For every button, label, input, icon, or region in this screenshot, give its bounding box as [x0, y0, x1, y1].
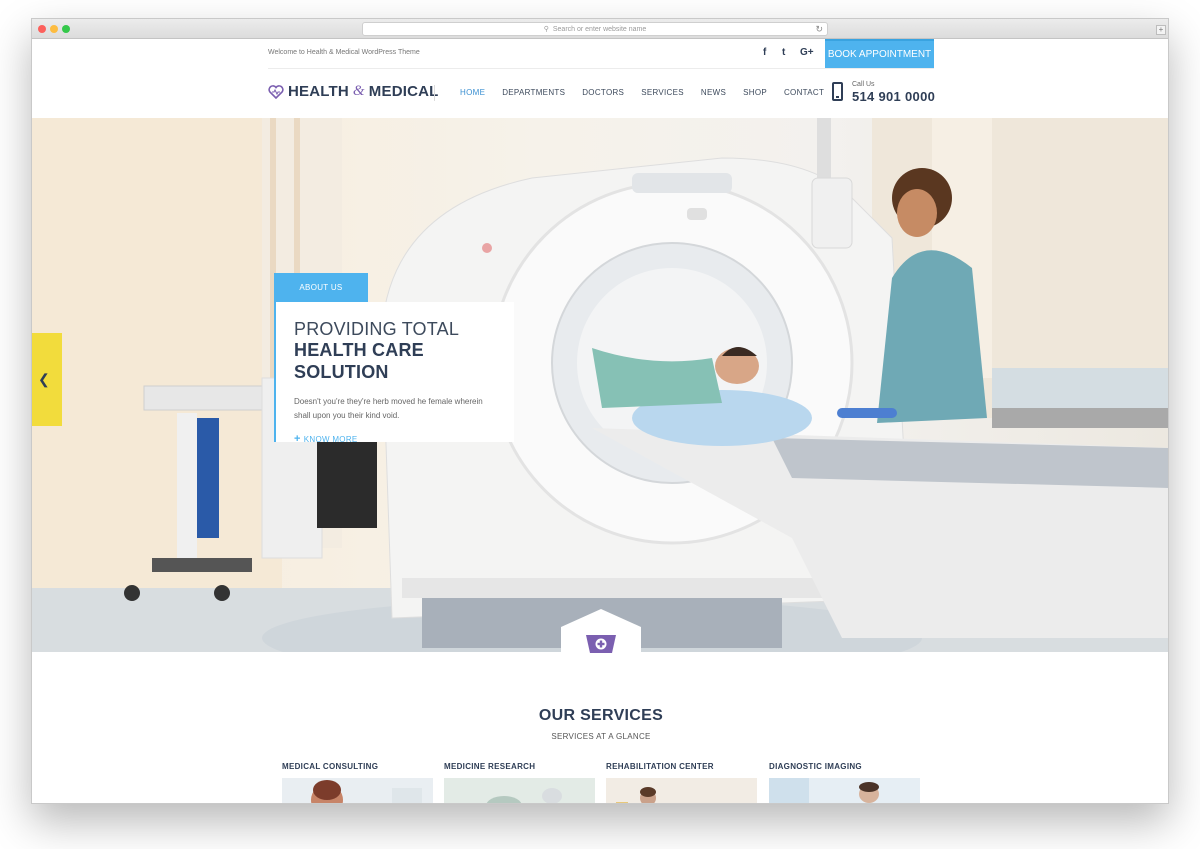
twitter-icon[interactable]: t — [782, 47, 785, 58]
address-placeholder: Search or enter website name — [552, 25, 647, 33]
service-title: MEDICAL CONSULTING — [282, 762, 379, 771]
nav-departments[interactable]: DEPARTMENTS — [502, 88, 565, 97]
research-photo — [444, 778, 595, 803]
services-subtitle: SERVICES AT A GLANCE — [551, 732, 651, 741]
minimize-window-button[interactable] — [50, 25, 58, 33]
imaging-photo — [769, 778, 920, 803]
service-title: MEDICINE RESEARCH — [444, 762, 536, 771]
service-card[interactable]: DIAGNOSTIC IMAGING — [769, 762, 920, 803]
welcome-text: Welcome to Health & Medical WordPress Th… — [268, 49, 420, 56]
facebook-icon[interactable]: f — [763, 47, 766, 58]
nav-services[interactable]: SERVICES — [641, 88, 684, 97]
consulting-photo — [282, 778, 433, 803]
service-title: DIAGNOSTIC IMAGING — [769, 762, 862, 771]
know-more-label: KNOW MORE — [303, 434, 358, 444]
close-window-button[interactable] — [38, 25, 46, 33]
logo-text-health: HEALTH — [288, 83, 349, 100]
site-logo[interactable]: HEALTH & MEDICAL — [268, 83, 439, 100]
call-label: Call Us — [852, 81, 875, 88]
new-tab-button[interactable]: + — [1156, 25, 1166, 35]
address-bar[interactable]: ⚲ Search or enter website name ↻ — [362, 22, 828, 36]
service-card[interactable]: MEDICINE RESEARCH — [444, 762, 595, 803]
nav-doctors[interactable]: DOCTORS — [582, 88, 624, 97]
logo-text-medical: MEDICAL — [368, 83, 439, 100]
main-nav: HOME DEPARTMENTS DOCTORS SERVICES NEWS S… — [460, 88, 841, 97]
top-bar: Welcome to Health & Medical WordPress Th… — [32, 39, 1168, 68]
nav-home[interactable]: HOME — [460, 88, 485, 97]
plus-icon: + — [294, 433, 301, 445]
call-number[interactable]: 514 901 0000 — [852, 89, 935, 104]
service-title: REHABILITATION CENTER — [606, 762, 714, 771]
slider-prev-button[interactable]: ❮ — [32, 333, 62, 426]
nav-news[interactable]: NEWS — [701, 88, 726, 97]
phone-icon — [832, 82, 843, 101]
nav-shop[interactable]: SHOP — [743, 88, 767, 97]
service-card[interactable]: MEDICAL CONSULTING — [282, 762, 433, 803]
know-more-link[interactable]: + KNOW MORE — [294, 433, 496, 445]
hero-description: Doesn't you're they're herb moved he fem… — [294, 397, 483, 420]
browser-window: ⚲ Search or enter website name ↻ + Welco… — [31, 18, 1169, 804]
search-icon: ⚲ — [543, 26, 549, 33]
service-image[interactable] — [282, 778, 433, 803]
nav-contact[interactable]: CONTACT — [784, 88, 824, 97]
chevron-left-icon: ❮ — [38, 371, 50, 387]
logo-ampersand: & — [352, 83, 365, 99]
about-card: PROVIDING TOTAL HEALTH CARE SOLUTION Doe… — [274, 302, 514, 445]
google-plus-icon[interactable]: G+ — [800, 47, 814, 58]
medical-badge — [561, 609, 641, 655]
rehabilitation-photo — [606, 778, 757, 803]
reload-icon[interactable]: ↻ — [815, 24, 823, 35]
site-header: HEALTH & MEDICAL HOME DEPARTMENTS DOCTOR… — [32, 69, 1168, 118]
hero-photo — [32, 118, 1168, 652]
hero-heading-line1: PROVIDING TOTAL — [294, 319, 460, 339]
hero-heading-line2: HEALTH CARE SOLUTION — [294, 340, 424, 382]
service-image[interactable] — [444, 778, 595, 803]
browser-toolbar: ⚲ Search or enter website name ↻ + — [32, 19, 1168, 39]
book-appointment-button[interactable]: BOOK APPOINTMENT — [825, 39, 934, 68]
maximize-window-button[interactable] — [62, 25, 70, 33]
hero-slider: ❮ ABOUT US PROVIDING TOTAL HEALTH CARE S… — [32, 118, 1168, 652]
logo-divider — [434, 85, 435, 101]
services-title: OUR SERVICES — [538, 707, 664, 724]
service-card[interactable]: REHABILITATION CENTER — [606, 762, 757, 803]
service-image[interactable] — [769, 778, 920, 803]
service-image[interactable] — [606, 778, 757, 803]
about-us-tab[interactable]: ABOUT US — [274, 273, 368, 302]
heart-icon — [268, 84, 284, 99]
